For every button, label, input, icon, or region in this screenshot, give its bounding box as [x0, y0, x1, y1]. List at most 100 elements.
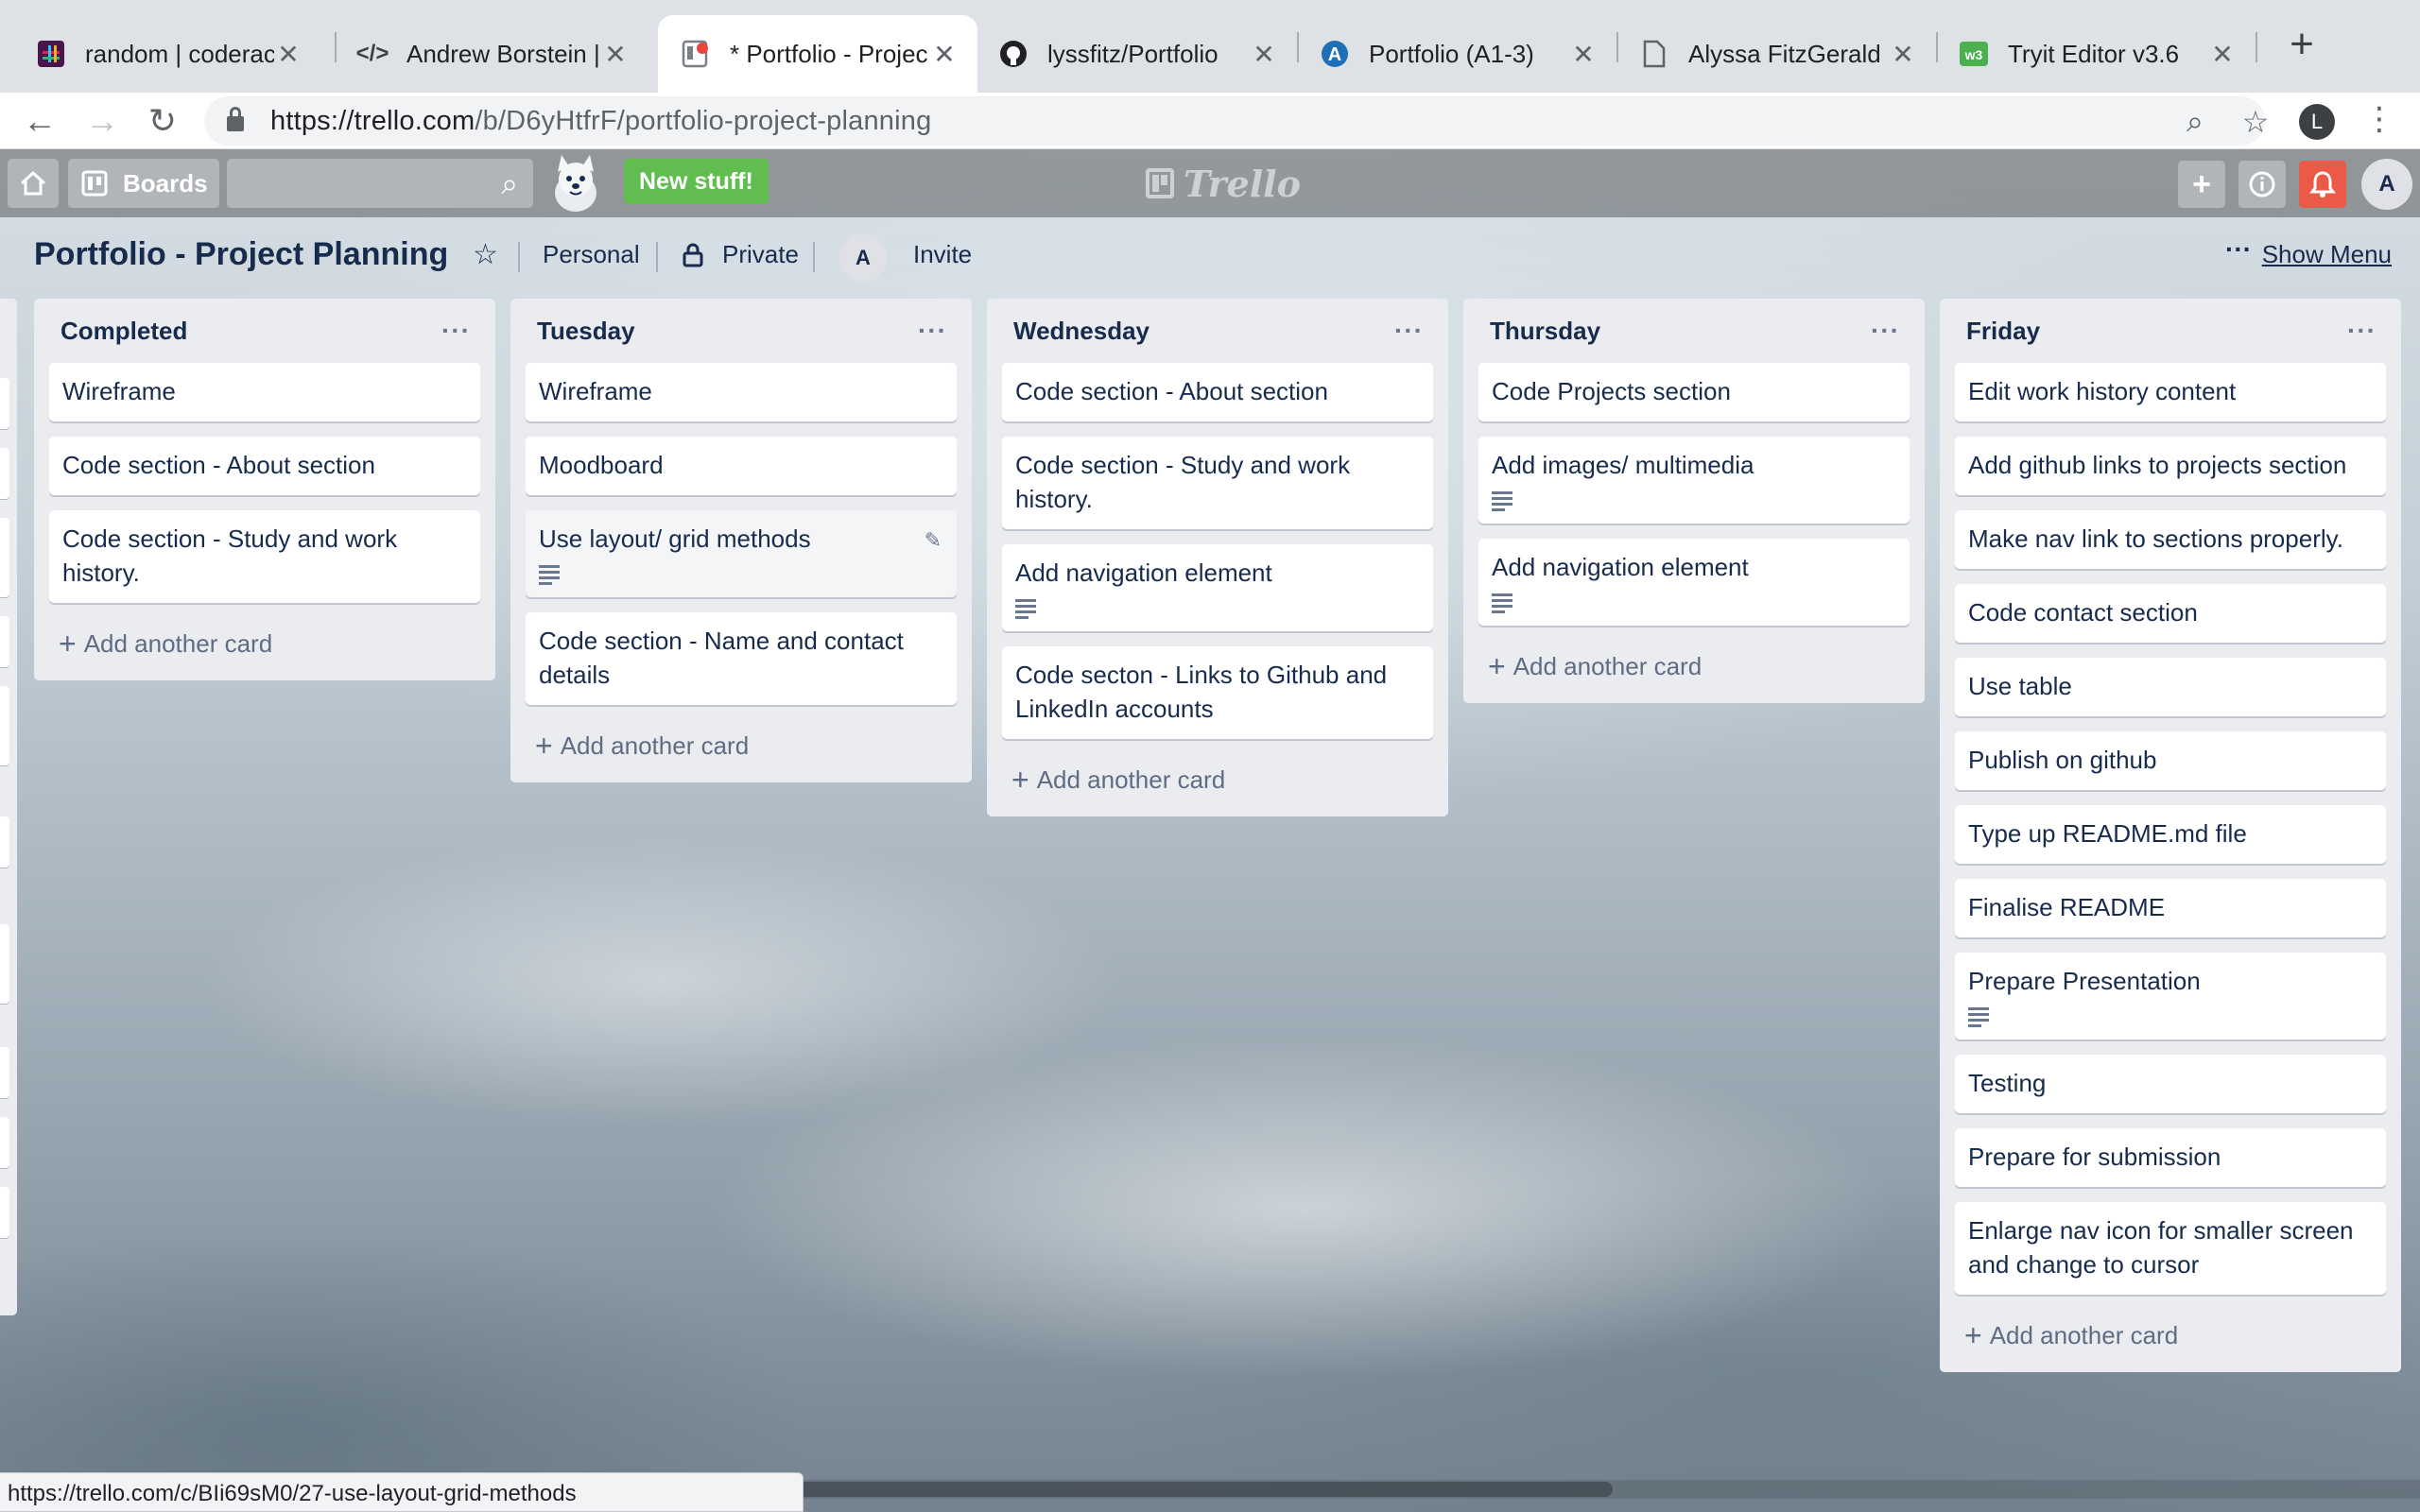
browser-menu-icon[interactable]: ⋮ — [2363, 100, 2395, 138]
svg-text:A: A — [1328, 44, 1341, 65]
list-menu-dots-icon[interactable]: ··· — [441, 316, 471, 346]
card[interactable]: Type up README.md file — [1955, 805, 2386, 864]
notifications-button[interactable] — [2299, 161, 2346, 208]
board-member-avatar[interactable]: A — [839, 234, 887, 282]
browser-tab-slack[interactable]: random | coderaca ✕ — [0, 15, 321, 93]
card[interactable]: Add images/ multimedia — [1478, 437, 1910, 524]
taco-mascot-icon[interactable] — [546, 153, 605, 214]
visibility-label: Private — [722, 240, 799, 268]
card[interactable]: Wireframe — [526, 363, 957, 421]
card[interactable]: Code section - Study and work history. — [1002, 437, 1433, 529]
close-icon[interactable]: ✕ — [2208, 39, 2237, 70]
list-menu-dots-icon[interactable]: ··· — [1871, 316, 1900, 346]
list-menu-dots-icon[interactable]: ··· — [918, 316, 947, 346]
card[interactable]: Code section - About section — [49, 437, 480, 495]
show-menu-link[interactable]: Show Menu — [2262, 240, 2392, 269]
add-card-button[interactable]: + Add another card — [1478, 641, 1910, 692]
invite-button[interactable]: Invite — [913, 240, 972, 269]
card[interactable]: Code section - Study and work history. — [49, 510, 480, 603]
new-stuff-badge[interactable]: New stuff! — [624, 159, 769, 204]
card[interactable]: Wireframe — [49, 363, 480, 421]
browser-tab-canvas[interactable]: A Portfolio (A1-3) ✕ — [1297, 15, 1616, 93]
info-button[interactable] — [2238, 161, 2286, 208]
card[interactable]: Enlarge nav icon for smaller screen and … — [1955, 1202, 2386, 1295]
visibility-button[interactable]: Private — [683, 240, 799, 269]
svg-text:w3: w3 — [1964, 47, 1983, 62]
card[interactable]: Make nav link to sections properly. — [1955, 510, 2386, 569]
address-bar[interactable]: https://trello.com/b/D6yHtfrF/portfolio-… — [204, 96, 2269, 146]
tab-title: Alyssa FitzGerald | — [1688, 39, 1889, 68]
card[interactable]: Testing — [1955, 1055, 2386, 1113]
card-title: Add github links to projects section — [1968, 451, 2347, 479]
card[interactable]: Add navigation element — [1478, 539, 1910, 626]
close-icon[interactable]: ✕ — [1889, 39, 1917, 70]
card[interactable]: Prepare for submission — [1955, 1128, 2386, 1187]
card[interactable]: Moodboard — [526, 437, 957, 495]
card-title: Wireframe — [62, 377, 176, 405]
browser-tab-andrew[interactable]: </> Andrew Borstein | ✕ — [321, 15, 648, 93]
star-icon[interactable]: ☆ — [473, 238, 498, 271]
trello-logo[interactable]: Trello — [1146, 162, 1301, 205]
zoom-icon[interactable]: ⌕ — [2176, 104, 2214, 138]
browser-tab-trello-active[interactable]: * Portfolio - Projec ✕ — [658, 15, 977, 93]
back-arrow-icon[interactable]: ← — [17, 98, 62, 144]
add-card-button[interactable]: + Add another card — [49, 618, 480, 669]
list-title[interactable]: Thursday — [1490, 317, 1600, 346]
reload-icon[interactable]: ↻ — [140, 98, 185, 144]
card[interactable]: Use layout/ grid methods ✎ — [526, 510, 957, 597]
bookmark-star-icon[interactable]: ☆ — [2237, 104, 2274, 139]
forward-arrow-icon[interactable]: → — [79, 98, 125, 144]
list-title[interactable]: Friday — [1966, 317, 2040, 346]
list-header: Completed ··· — [49, 299, 480, 363]
partial-card — [0, 924, 9, 1004]
close-icon[interactable]: ✕ — [274, 39, 302, 70]
card[interactable]: Code Projects section — [1478, 363, 1910, 421]
card-title: Enlarge nav icon for smaller screen and … — [1968, 1216, 2354, 1279]
close-icon[interactable]: ✕ — [1569, 39, 1598, 70]
member-avatar[interactable]: A — [2361, 159, 2412, 210]
list-menu-dots-icon[interactable]: ··· — [1394, 316, 1424, 346]
browser-tab-github[interactable]: lyssfitz/Portfolio ✕ — [977, 15, 1297, 93]
create-plus-button[interactable]: + — [2178, 161, 2225, 208]
card[interactable]: Code section - Name and contact details — [526, 612, 957, 705]
card[interactable]: Code section - About section — [1002, 363, 1433, 421]
add-card-button[interactable]: + Add another card — [1002, 754, 1433, 805]
pencil-edit-icon[interactable]: ✎ — [925, 524, 942, 558]
close-icon[interactable]: ✕ — [1250, 39, 1278, 70]
partial-card — [0, 1187, 9, 1238]
card[interactable]: Code secton - Links to Github and Linked… — [1002, 646, 1433, 739]
close-icon[interactable]: ✕ — [601, 39, 630, 70]
add-card-button[interactable]: + Add another card — [526, 720, 957, 771]
board-search-input[interactable]: ⌕ — [227, 159, 533, 208]
trello-logo-text: Trello — [1184, 162, 1301, 205]
card[interactable]: Edit work history content — [1955, 363, 2386, 421]
team-button[interactable]: Personal — [543, 240, 640, 269]
add-card-button[interactable]: + Add another card — [1955, 1310, 2386, 1361]
card[interactable]: Use table — [1955, 658, 2386, 716]
list-title[interactable]: Completed — [60, 317, 187, 346]
list-menu-dots-icon[interactable]: ··· — [2347, 316, 2377, 346]
close-icon[interactable]: ✕ — [930, 39, 959, 70]
boards-button[interactable]: Boards — [68, 159, 219, 208]
browser-tab-document[interactable]: Alyssa FitzGerald | ✕ — [1616, 15, 1936, 93]
card[interactable]: Add github links to projects section — [1955, 437, 2386, 495]
profile-avatar[interactable]: L — [2299, 104, 2335, 140]
new-tab-plus-icon[interactable]: + — [2278, 21, 2325, 68]
card[interactable]: Code contact section — [1955, 584, 2386, 643]
card[interactable]: Publish on github — [1955, 731, 2386, 790]
card[interactable]: Finalise README — [1955, 879, 2386, 937]
card-title: Use layout/ grid methods — [539, 524, 811, 553]
browser-tab-tryit[interactable]: w3 Tryit Editor v3.6 ✕ — [1936, 15, 2256, 93]
add-card-label: Add another card — [83, 628, 273, 658]
card-title: Code section - About section — [1015, 377, 1328, 405]
list-title[interactable]: Wednesday — [1013, 317, 1150, 346]
divider — [813, 242, 815, 272]
more-dots-icon[interactable]: ··· — [2225, 234, 2252, 265]
card[interactable]: Prepare Presentation — [1955, 953, 2386, 1040]
home-icon — [20, 170, 46, 196]
card[interactable]: Add navigation element — [1002, 544, 1433, 631]
list-title[interactable]: Tuesday — [537, 317, 635, 346]
board-title[interactable]: Portfolio - Project Planning — [34, 236, 448, 273]
home-button[interactable] — [8, 159, 59, 208]
horizontal-scrollbar-thumb[interactable] — [794, 1482, 1613, 1497]
